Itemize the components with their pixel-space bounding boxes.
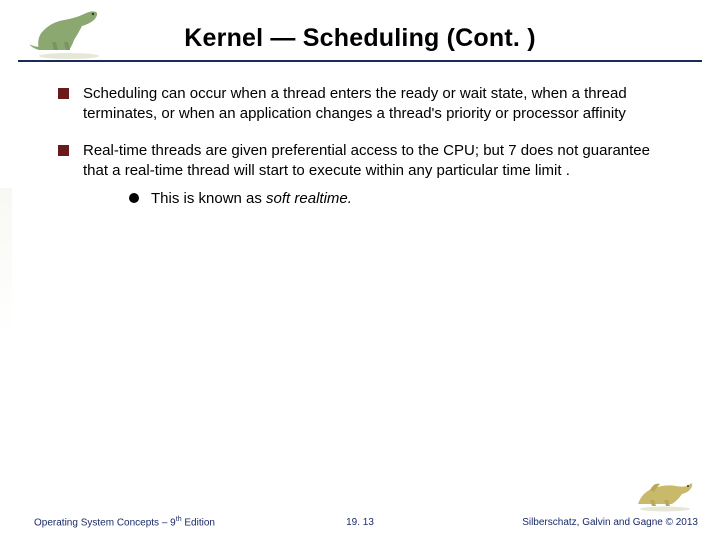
square-bullet-icon — [58, 145, 69, 156]
footer-copyright: Silberschatz, Galvin and Gagne © 2013 — [522, 517, 698, 528]
square-bullet-icon — [58, 88, 69, 99]
sub-bullet-item: This is known as soft realtime. — [129, 189, 670, 209]
bullet-item: Scheduling can occur when a thread enter… — [58, 84, 670, 125]
bullet-text-content: Real-time threads are given preferential… — [83, 142, 650, 179]
decorative-strip — [0, 188, 12, 338]
sub-text-italic: soft realtime. — [266, 190, 352, 207]
slide-title: Kernel — Scheduling (Cont. ) — [18, 0, 702, 53]
slide-number: 19. 13 — [346, 517, 374, 528]
sub-bullet-text: This is known as soft realtime. — [151, 189, 352, 209]
footer-left-text: Operating System Concepts – 9th Edition — [34, 516, 215, 528]
slide-footer: Operating System Concepts – 9th Edition … — [0, 508, 720, 530]
footer-edition: Edition — [182, 517, 215, 528]
bullet-text: Real-time threads are given preferential… — [83, 141, 670, 210]
sub-text-prefix: This is known as — [151, 190, 266, 207]
circle-bullet-icon — [129, 193, 139, 203]
slide-header: Kernel — Scheduling (Cont. ) — [18, 0, 702, 62]
bullet-text: Scheduling can occur when a thread enter… — [83, 84, 670, 125]
bullet-item: Real-time threads are given preferential… — [58, 141, 670, 210]
footer-book: Operating System Concepts – 9 — [34, 517, 176, 528]
dinosaur-footer-icon — [630, 472, 700, 512]
dinosaur-icon — [24, 2, 114, 60]
slide-body: Scheduling can occur when a thread enter… — [0, 62, 720, 209]
